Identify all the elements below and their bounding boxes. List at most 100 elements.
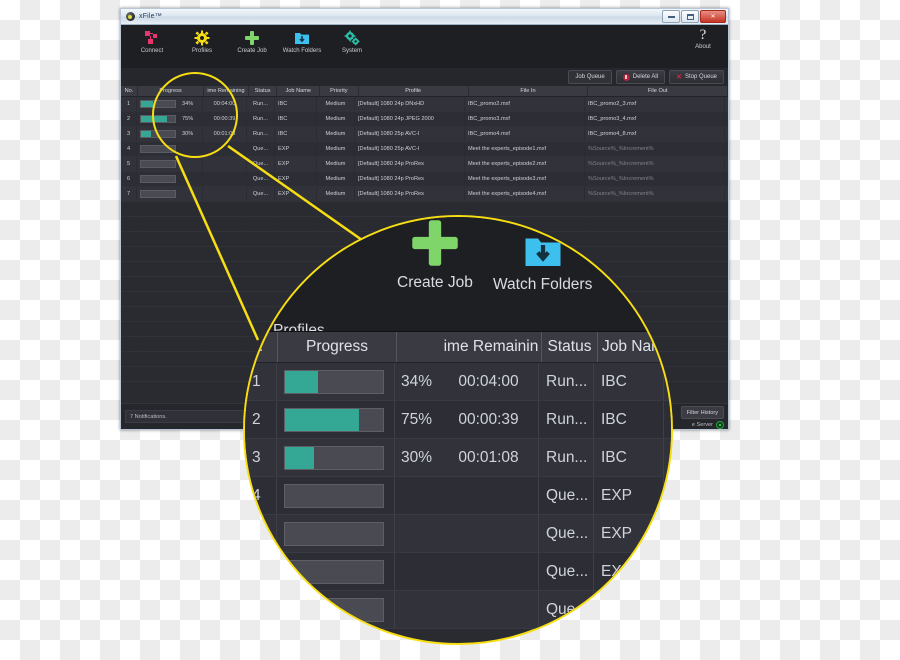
delete-all-button[interactable]: Delete All	[615, 70, 666, 84]
cell-file-in: IBC_promo2.mxf	[465, 97, 585, 111]
magnifier-content: Profiles Create Job Watc	[245, 217, 671, 643]
cell-status: Que...	[539, 553, 594, 590]
magnified-table-body: 1 34% 00:04:00 Run... IBC 2 75% 00:00:39 Run... I…	[245, 363, 671, 629]
cell-file-out: %Source%_%Increment%	[585, 187, 725, 201]
job-queue-tab[interactable]: Job Queue	[568, 70, 612, 84]
window-controls: ✕	[662, 10, 726, 23]
table-row[interactable]: 7 Que... EXP Medium [Default] 1080 24p ProRe…	[121, 187, 728, 202]
cell-profile: [Default] 1080 24p ProRes	[355, 172, 465, 186]
column-header-file-in[interactable]: File In	[469, 86, 589, 96]
gear-icon	[194, 29, 210, 46]
magnified-job-queue-table: . Progress ime Remainin Status Job Nam 1…	[245, 331, 671, 629]
cell-no: 1	[121, 97, 137, 111]
toolbar-item-label: System	[341, 48, 362, 54]
toolbar-item-system[interactable]: System	[327, 25, 377, 54]
magnified-column-header-progress-pct[interactable]	[397, 332, 441, 362]
table-row[interactable]: 5 Que... EXP Medium [Default] 1080 24p ProRe…	[121, 157, 728, 172]
cell-job-name: EXP	[275, 187, 317, 201]
notifications-field[interactable]: 7 Notifications.	[125, 410, 260, 423]
toolbar-item-create-job[interactable]: Create Job	[227, 25, 277, 54]
about-button[interactable]: ? About	[686, 28, 720, 51]
cell-time-remaining: 00:04:00	[439, 363, 539, 400]
cell-status: Run...	[539, 401, 594, 438]
filter-history-button[interactable]: Filter History	[680, 406, 724, 419]
callout-arrow-icon	[281, 253, 293, 265]
magnified-column-header-job-name[interactable]: Job Nam	[598, 332, 669, 362]
cell-file-in: Meet the experts_episode1.mxf	[465, 142, 585, 156]
table-row[interactable]: 6 Que... EXP Medium [Default] 1080 24p ProRe…	[121, 172, 728, 187]
magnified-table-row[interactable]: Que	[245, 591, 671, 629]
cell-job-name: EXP	[275, 157, 317, 171]
cell-no: 7	[121, 187, 137, 201]
cell-priority: Medium	[317, 97, 355, 111]
column-header-status[interactable]: Status	[249, 86, 278, 96]
toolbar-item-profiles[interactable]: Profiles	[177, 25, 227, 54]
magnified-table-row[interactable]: Que... EXP	[245, 553, 671, 591]
cell-status: Que...	[247, 172, 275, 186]
cell-time-remaining	[439, 591, 539, 628]
cell-time-remaining	[203, 187, 247, 201]
maximize-button[interactable]	[681, 10, 699, 23]
cell-status: Run...	[247, 127, 275, 141]
stop-queue-button[interactable]: ✕ Stop Queue	[669, 70, 724, 84]
magnified-table-row[interactable]: 3 30% 00:01:08 Run... IBC	[245, 439, 671, 477]
cell-status: Run...	[247, 112, 275, 126]
cell-file-in: Meet the experts_episode3.mxf	[465, 172, 585, 186]
magnified-column-header-time-remaining[interactable]: ime Remainin	[441, 332, 542, 362]
delete-icon	[622, 73, 630, 81]
column-header-job-name[interactable]: Job Name	[277, 86, 321, 96]
cell-job-name: IBC	[275, 112, 317, 126]
cell-profile: [Default] 1080 24p ProRes	[355, 187, 465, 201]
cell-profile: [Default] 1080 24p ProRes	[355, 157, 465, 171]
toolbar-item-connect[interactable]: Connect	[127, 25, 177, 54]
magnified-table-row[interactable]: 1 34% 00:04:00 Run... IBC	[245, 363, 671, 401]
cell-time-remaining	[203, 172, 247, 186]
close-button[interactable]: ✕	[700, 10, 726, 23]
magnified-column-header-progress[interactable]: Progress	[278, 332, 397, 362]
cell-file-in: Meet the experts_episode4.mxf	[465, 187, 585, 201]
cell-time-remaining: 00:00:39	[439, 401, 539, 438]
cell-status: Que...	[247, 142, 275, 156]
cell-no: 2	[121, 112, 137, 126]
maximize-icon	[686, 13, 694, 20]
column-header-file-out[interactable]: File Out	[588, 86, 728, 96]
cell-job-name: EXP	[594, 553, 664, 590]
cell-job-name: IBC	[275, 127, 317, 141]
stop-queue-label: Stop Queue	[684, 74, 717, 80]
cell-progress	[277, 401, 395, 438]
plus-icon	[244, 29, 260, 46]
cell-time-remaining	[203, 157, 247, 171]
magnified-column-header-status[interactable]: Status	[542, 332, 598, 362]
progress-bar	[284, 483, 384, 508]
cell-progress	[277, 515, 395, 552]
cell-no	[245, 515, 277, 552]
cell-no: 5	[121, 157, 137, 171]
column-header-profile[interactable]: Profile	[359, 86, 469, 96]
progress-bar	[284, 445, 384, 470]
double-gear-icon	[344, 29, 360, 46]
magnified-table-row[interactable]: Que... EXP	[245, 515, 671, 553]
cell-progress	[277, 591, 395, 628]
magnified-table-row[interactable]: 2 75% 00:00:39 Run... IBC	[245, 401, 671, 439]
magnified-column-header-no[interactable]: .	[245, 332, 278, 362]
toolbar-item-watch-folders[interactable]: Watch Folders	[277, 25, 327, 54]
cell-profile: [Default] 1080 25p AVC-I	[355, 142, 465, 156]
cell-profile: [Default] 1080 24p DNxHD	[355, 97, 465, 111]
column-header-no[interactable]: No.	[121, 86, 138, 96]
cell-status: Run...	[539, 439, 594, 476]
progress-bar	[284, 597, 384, 622]
folder-download-icon	[294, 29, 310, 46]
minimize-button[interactable]	[662, 10, 680, 23]
main-toolbar: Connect Profiles Create Job Watch Folder…	[121, 25, 728, 68]
progress-label	[395, 591, 439, 628]
cell-job-name	[594, 591, 664, 628]
cell-status: Run...	[247, 97, 275, 111]
column-header-priority[interactable]: Priority	[320, 86, 359, 96]
progress-label	[395, 515, 439, 552]
cell-status: Que...	[247, 187, 275, 201]
magnified-table-row[interactable]: 4 Que... EXP	[245, 477, 671, 515]
cell-no: 6	[121, 172, 137, 186]
cell-progress	[137, 187, 203, 201]
cell-no: 3	[121, 127, 137, 141]
cell-progress	[137, 157, 203, 171]
